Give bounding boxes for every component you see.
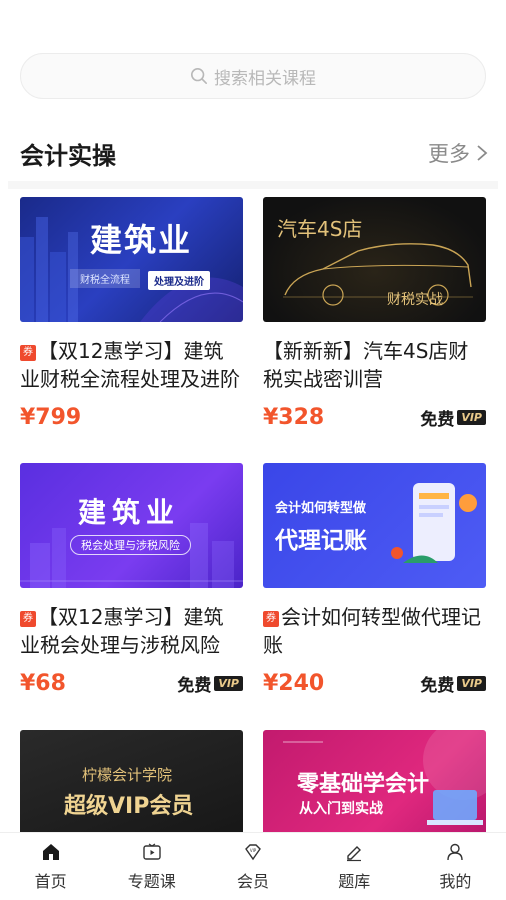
tab-question-bank[interactable]: 题库 <box>304 833 405 900</box>
thumb-headline: 汽车4S店 <box>277 217 363 241</box>
course-price: ¥799 <box>20 404 82 430</box>
thumb-headline: 代理记账 <box>275 528 367 554</box>
tab-mine[interactable]: 我的 <box>405 833 506 900</box>
vip-badge: VIP <box>214 675 243 691</box>
section-divider <box>8 181 498 189</box>
course-title: 券【双12惠学习】建筑业税会处理与涉税风险 <box>20 603 243 659</box>
tab-label: 首页 <box>34 871 67 891</box>
thumb-tag: 财税实战 <box>387 292 443 308</box>
course-title: 【新新新】汽车4S店财税实战密训营 <box>263 337 486 393</box>
thumb-headline: 超级VIP会员 <box>64 794 194 819</box>
course-title-text: 会计如何转型做代理记账 <box>263 605 481 657</box>
course-card[interactable]: 会计如何转型做 代理记账 券会计如何转型做代理记账 ¥240 免费 VIP <box>263 463 486 698</box>
course-title: 券【双12惠学习】建筑业财税全流程处理及进阶 <box>20 337 243 393</box>
home-icon <box>42 843 59 860</box>
search-placeholder: 搜索相关课程 <box>214 68 316 89</box>
thumb-tag: 财税全流程 <box>70 269 140 288</box>
free-for-vip: 免费 VIP <box>420 405 486 430</box>
thumb-headline: 建筑业 <box>78 496 181 529</box>
course-meta: ¥68 免费 VIP <box>20 668 243 698</box>
free-for-vip: 免费 VIP <box>420 671 486 696</box>
thumb-subtitle: 从入门到实战 <box>299 801 383 817</box>
tab-vip[interactable]: VIP 会员 <box>202 833 303 900</box>
course-meta: ¥240 免费 VIP <box>263 668 486 698</box>
thumb-headline: 零基础学会计 <box>297 772 430 797</box>
course-price: ¥68 <box>20 670 66 696</box>
section-header: 会计实操 更多 <box>20 135 490 171</box>
thumb-subtitle: 柠檬会计学院 <box>82 766 173 784</box>
course-meta: ¥799 <box>20 402 243 432</box>
course-title-text: 【新新新】汽车4S店财税实战密训营 <box>263 339 469 391</box>
course-card[interactable]: 建筑业 财税全流程 处理及进阶 券【双12惠学习】建筑业财税全流程处理及进阶 ¥… <box>20 197 243 432</box>
coupon-badge: 券 <box>20 611 36 627</box>
course-price: ¥328 <box>263 404 325 430</box>
course-title: 券会计如何转型做代理记账 <box>263 603 486 659</box>
tab-label: 题库 <box>338 871 371 891</box>
vip-badge: VIP <box>457 409 486 425</box>
vip-badge: VIP <box>457 675 486 691</box>
course-card[interactable]: 汽车4S店 财税实战 【新新新】汽车4S店财税实战密训营 ¥328 免费 VIP <box>263 197 486 432</box>
tab-topics[interactable]: 专题课 <box>101 833 202 900</box>
coupon-badge: 券 <box>263 611 279 627</box>
tab-label: 专题课 <box>127 871 176 891</box>
more-link[interactable]: 更多 <box>428 138 490 168</box>
more-label: 更多 <box>428 142 470 166</box>
svg-text:VIP: VIP <box>250 848 257 853</box>
thumb-tag: 处理及进阶 <box>148 271 210 290</box>
course-title-text: 【双12惠学习】建筑业税会处理与涉税风险 <box>20 605 224 657</box>
tab-label: 我的 <box>439 871 472 891</box>
course-thumbnail: 汽车4S店 财税实战 <box>263 197 486 322</box>
course-thumbnail: 会计如何转型做 代理记账 <box>263 463 486 588</box>
course-card[interactable]: 建筑业 税会处理与涉税风险 券【双12惠学习】建筑业税会处理与涉税风险 ¥68 … <box>20 463 243 698</box>
course-thumbnail: 建筑业 财税全流程 处理及进阶 <box>20 197 243 322</box>
tab-home[interactable]: 首页 <box>0 833 101 900</box>
free-label: 免费 <box>420 409 455 430</box>
free-label: 免费 <box>420 675 455 696</box>
course-title-text: 【双12惠学习】建筑业财税全流程处理及进阶 <box>20 339 240 391</box>
thumb-tag: 税会处理与涉税风险 <box>70 535 191 555</box>
free-label: 免费 <box>177 675 212 696</box>
course-meta: ¥328 免费 VIP <box>263 402 486 432</box>
chevron-right-icon <box>477 145 488 161</box>
pen-icon <box>347 845 362 861</box>
thumb-subtitle: 会计如何转型做 <box>275 501 367 516</box>
play-box-icon <box>143 843 161 860</box>
vip-diamond-icon: VIP <box>245 843 261 860</box>
course-thumbnail: 建筑业 税会处理与涉税风险 <box>20 463 243 588</box>
tab-label: 会员 <box>237 871 270 891</box>
thumb-headline: 建筑业 <box>90 221 193 259</box>
coupon-badge: 券 <box>20 345 36 361</box>
free-for-vip: 免费 VIP <box>177 671 243 696</box>
person-icon <box>447 843 464 860</box>
search-bar[interactable]: 搜索相关课程 <box>20 53 486 99</box>
search-icon <box>190 67 208 85</box>
bottom-tab-bar: 首页 专题课 VIP 会员 题库 我的 <box>0 832 506 900</box>
course-price: ¥240 <box>263 670 325 696</box>
section-title: 会计实操 <box>20 141 116 170</box>
